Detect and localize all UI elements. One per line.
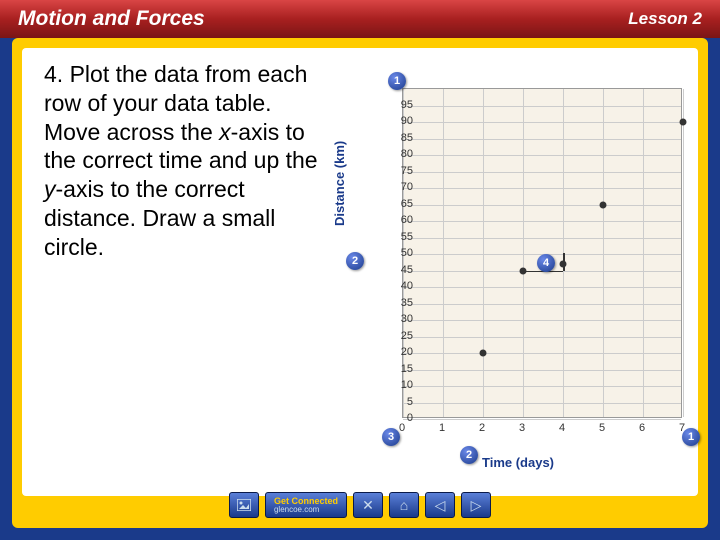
y-tick: 65: [389, 198, 413, 210]
chart: Distance (km) Time (days) 1 2 3 2 1 4 05…: [342, 66, 697, 476]
content-frame: 4. Plot the data from each row of your d…: [12, 38, 708, 528]
y-tick: 75: [389, 165, 413, 177]
x-tick: 6: [639, 422, 645, 434]
callout-marker-4: 4: [537, 254, 555, 272]
image-icon: [237, 499, 251, 511]
next-button[interactable]: ▷: [461, 492, 491, 518]
connect-url: glencoe.com: [274, 506, 338, 514]
y-tick: 45: [389, 264, 413, 276]
instruction-text: 4. Plot the data from each row of your d…: [44, 60, 324, 261]
y-tick: 20: [389, 346, 413, 358]
header-bar: Motion and Forces Lesson 2: [0, 0, 720, 38]
slide-frame: Motion and Forces Lesson 2 4. Plot the d…: [0, 0, 720, 540]
x-tick: 0: [399, 422, 405, 434]
get-connected-button[interactable]: Get Connected glencoe.com: [265, 492, 347, 518]
y-tick: 30: [389, 313, 413, 325]
data-point: [680, 119, 687, 126]
x-tick: 7: [679, 422, 685, 434]
x-tick: 4: [559, 422, 565, 434]
y-tick: 60: [389, 214, 413, 226]
chevron-right-icon: ▷: [471, 497, 482, 514]
callout-marker-3: 3: [382, 428, 400, 446]
y-tick: 95: [389, 99, 413, 111]
home-icon: ⌂: [400, 497, 408, 513]
plot-grid: [402, 88, 682, 418]
chevron-left-icon: ◁: [435, 497, 446, 514]
y-tick: 90: [389, 115, 413, 127]
x-tick: 1: [439, 422, 445, 434]
data-point: [480, 350, 487, 357]
y-tick: 25: [389, 330, 413, 342]
lesson-label: Lesson 2: [628, 9, 702, 29]
close-icon: ✕: [362, 497, 374, 514]
y-tick: 40: [389, 280, 413, 292]
image-button[interactable]: [229, 492, 259, 518]
y-tick: 50: [389, 247, 413, 259]
x-tick: 3: [519, 422, 525, 434]
y-tick: 5: [389, 396, 413, 408]
data-point: [600, 201, 607, 208]
y-axis-label: Distance (km): [332, 141, 347, 226]
chapter-title: Motion and Forces: [18, 7, 205, 31]
instruction-body: Plot the data from each row of your data…: [44, 61, 318, 260]
y-tick: 55: [389, 231, 413, 243]
callout-marker-1: 1: [388, 72, 406, 90]
y-tick: 15: [389, 363, 413, 375]
x-axis-label: Time (days): [482, 455, 554, 470]
close-button[interactable]: ✕: [353, 492, 383, 518]
prev-button[interactable]: ◁: [425, 492, 455, 518]
y-tick: 10: [389, 379, 413, 391]
x-tick: 5: [599, 422, 605, 434]
x-tick: 2: [479, 422, 485, 434]
nav-bar: Get Connected glencoe.com ✕ ⌂ ◁ ▷: [12, 488, 708, 522]
step-number: 4.: [44, 61, 63, 87]
content-panel: 4. Plot the data from each row of your d…: [22, 48, 698, 496]
y-tick: 35: [389, 297, 413, 309]
y-tick: 85: [389, 132, 413, 144]
y-tick: 70: [389, 181, 413, 193]
home-button[interactable]: ⌂: [389, 492, 419, 518]
y-tick: 80: [389, 148, 413, 160]
callout-marker-2-y: 2: [346, 252, 364, 270]
callout-marker-2-x: 2: [460, 446, 478, 464]
